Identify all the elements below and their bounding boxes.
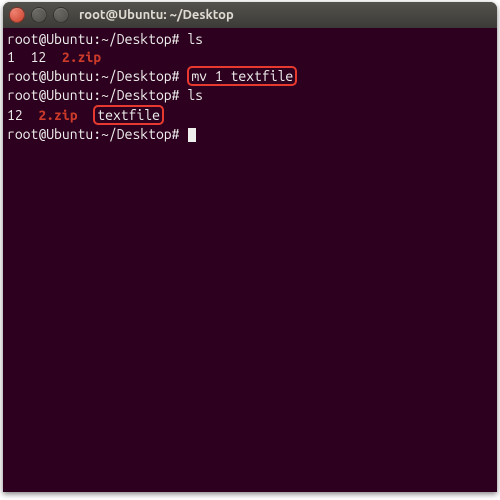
command-text: mv 1 textfile xyxy=(191,68,293,84)
minimize-icon[interactable] xyxy=(31,7,47,23)
output-text xyxy=(78,107,94,123)
terminal-line: root@Ubuntu:~/Desktop# mv 1 textfile xyxy=(7,66,493,86)
output-text: textfile xyxy=(97,107,160,123)
prompt: root@Ubuntu:~/Desktop# xyxy=(7,87,179,103)
prompt: root@Ubuntu:~/Desktop# xyxy=(7,68,179,84)
highlight-box: textfile xyxy=(93,105,164,125)
titlebar[interactable]: root@Ubuntu: ~/Desktop xyxy=(3,2,497,28)
terminal-line: root@Ubuntu:~/Desktop# xyxy=(7,125,493,143)
terminal-line: root@Ubuntu:~/Desktop# ls xyxy=(7,30,493,48)
terminal-line: root@Ubuntu:~/Desktop# ls xyxy=(7,86,493,104)
window-title: root@Ubuntu: ~/Desktop xyxy=(79,7,234,24)
terminal-line: 12 2.zip textfile xyxy=(7,105,493,125)
cursor xyxy=(188,128,196,142)
command-text: ls xyxy=(187,31,203,47)
terminal-line: 1 12 2.zip xyxy=(7,48,493,66)
prompt: root@Ubuntu:~/Desktop# xyxy=(7,126,179,142)
close-icon[interactable] xyxy=(9,7,25,23)
command-text: ls xyxy=(187,87,203,103)
output-text: 1 12 xyxy=(7,49,62,65)
prompt: root@Ubuntu:~/Desktop# xyxy=(7,31,179,47)
output-text: 12 xyxy=(7,107,38,123)
output-archive: 2.zip xyxy=(62,49,101,65)
output-archive: 2.zip xyxy=(38,107,77,123)
terminal-body[interactable]: root@Ubuntu:~/Desktop# ls1 12 2.ziproot@… xyxy=(3,28,497,492)
maximize-icon[interactable] xyxy=(53,7,69,23)
highlight-box: mv 1 textfile xyxy=(187,66,297,86)
terminal-window: root@Ubuntu: ~/Desktop root@Ubuntu:~/Des… xyxy=(3,2,497,492)
